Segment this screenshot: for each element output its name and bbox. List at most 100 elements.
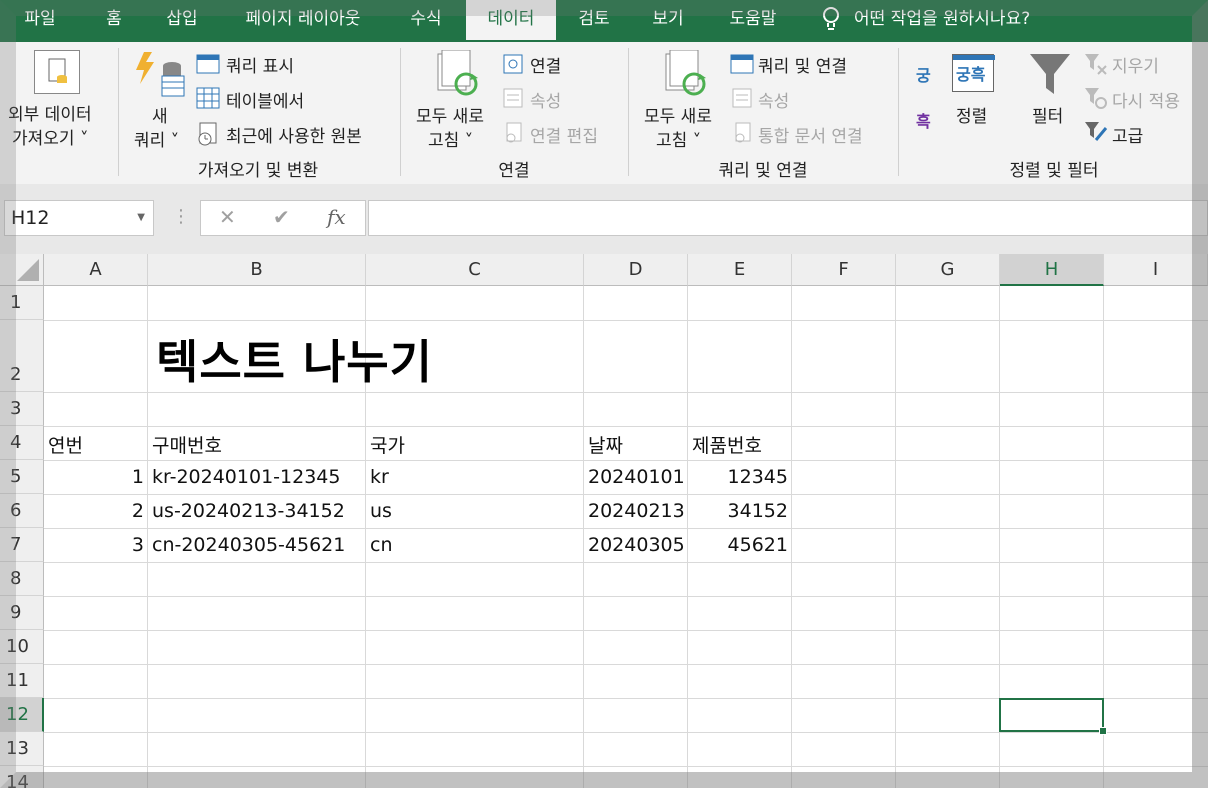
refresh-all-label-1[interactable]: 모두 새로 bbox=[416, 102, 484, 127]
tab-data[interactable]: 데이터 bbox=[466, 0, 556, 40]
column-header-b[interactable]: B bbox=[148, 254, 366, 286]
enter-icon[interactable]: ✔ bbox=[273, 205, 290, 229]
cell-b7[interactable]: cn-20240305-45621 bbox=[152, 534, 345, 556]
filter-button[interactable]: 필터 bbox=[1032, 102, 1063, 127]
row-header-1[interactable]: 1 bbox=[0, 286, 44, 320]
row-header-6[interactable]: 6 bbox=[0, 494, 44, 528]
column-header-e[interactable]: E bbox=[688, 254, 792, 286]
column-header-c[interactable]: C bbox=[366, 254, 584, 286]
cell-a6[interactable]: 2 bbox=[48, 500, 144, 522]
worksheet-grid[interactable]: A B C D E F G H I 1 2 3 4 5 6 7 8 9 10 1… bbox=[0, 254, 1208, 788]
row-header-9[interactable]: 9 bbox=[0, 596, 44, 630]
header-cell-a4[interactable]: 연번 bbox=[48, 431, 83, 458]
tab-review[interactable]: 검토 bbox=[564, 0, 624, 40]
cell-c6[interactable]: us bbox=[370, 500, 392, 522]
get-external-data-icon[interactable] bbox=[34, 50, 80, 94]
recent-sources-button[interactable]: 최근에 사용한 원본 bbox=[226, 122, 362, 147]
cell-e7[interactable]: 45621 bbox=[692, 534, 788, 556]
active-cell-h12[interactable] bbox=[999, 698, 1107, 735]
refresh-all-icon[interactable] bbox=[434, 49, 482, 102]
cancel-icon[interactable]: ✕ bbox=[219, 205, 236, 229]
cell-d6[interactable]: 20240213 bbox=[588, 500, 685, 522]
queries-connections-icon[interactable] bbox=[730, 54, 754, 78]
column-header-f[interactable]: F bbox=[792, 254, 896, 286]
sheet-title[interactable]: 텍스트 나누기 bbox=[156, 326, 433, 392]
sort-ascending-button[interactable]: 궁 bbox=[916, 62, 931, 86]
show-queries-icon[interactable] bbox=[196, 54, 220, 78]
tab-formulas[interactable]: 수식 bbox=[394, 0, 458, 40]
header-cell-b4[interactable]: 구매번호 bbox=[152, 431, 222, 458]
row-header-13[interactable]: 13 bbox=[0, 732, 44, 766]
refresh-all-label-2[interactable]: 고침 ˅ bbox=[428, 126, 473, 151]
connections-icon[interactable] bbox=[503, 54, 523, 78]
get-external-label-2[interactable]: 가져오기 ˅ bbox=[12, 124, 88, 149]
insert-function-icon[interactable]: fx bbox=[327, 205, 346, 229]
column-header-i[interactable]: I bbox=[1104, 254, 1208, 286]
cell-a5[interactable]: 1 bbox=[48, 466, 144, 488]
gridline bbox=[583, 286, 584, 788]
ribbon-separator bbox=[898, 48, 899, 176]
column-header-g[interactable]: G bbox=[896, 254, 1000, 286]
gridline bbox=[44, 494, 1208, 495]
tab-help[interactable]: 도움말 bbox=[716, 0, 790, 40]
ribbon-tab-bar: 파일 홈 삽입 페이지 레이아웃 수식 데이터 검토 보기 도움말 어떤 작업을… bbox=[0, 0, 1208, 42]
cell-a7[interactable]: 3 bbox=[48, 534, 144, 556]
sort-button[interactable]: 정렬 bbox=[956, 102, 987, 127]
new-query-icon[interactable] bbox=[134, 50, 186, 104]
new-query-label-2[interactable]: 쿼리 ˅ bbox=[134, 126, 179, 151]
row-header-11[interactable]: 11 bbox=[0, 664, 44, 698]
row-header-4[interactable]: 4 bbox=[0, 426, 44, 460]
formula-input[interactable] bbox=[368, 200, 1208, 236]
column-header-a[interactable]: A bbox=[44, 254, 148, 286]
new-query-label-1[interactable]: 새 bbox=[152, 102, 168, 127]
row-header-2[interactable]: 2 bbox=[0, 320, 44, 392]
chevron-down-icon[interactable]: ▼ bbox=[137, 201, 145, 235]
cell-c5[interactable]: kr bbox=[370, 466, 389, 488]
cell-e5[interactable]: 12345 bbox=[692, 466, 788, 488]
gridline bbox=[44, 664, 1208, 665]
advanced-button[interactable]: 고급 bbox=[1112, 122, 1143, 147]
filter-icon[interactable] bbox=[1028, 52, 1072, 102]
refresh-all-2-label-2[interactable]: 고침 ˅ bbox=[656, 126, 701, 151]
tell-me-box[interactable]: 어떤 작업을 원하시나요? bbox=[820, 0, 1030, 40]
tab-page-layout[interactable]: 페이지 레이아웃 bbox=[226, 0, 380, 40]
select-all-button[interactable] bbox=[0, 254, 44, 286]
row-header-3[interactable]: 3 bbox=[0, 392, 44, 426]
row-header-7[interactable]: 7 bbox=[0, 528, 44, 562]
column-header-h[interactable]: H bbox=[1000, 254, 1104, 286]
advanced-filter-icon[interactable] bbox=[1084, 120, 1108, 148]
cell-d7[interactable]: 20240305 bbox=[588, 534, 685, 556]
from-table-button[interactable]: 테이블에서 bbox=[226, 87, 304, 112]
refresh-all-icon-2[interactable] bbox=[662, 49, 710, 102]
cell-d5[interactable]: 20240101 bbox=[588, 466, 685, 488]
row-header-12[interactable]: 12 bbox=[0, 698, 44, 732]
row-header-14[interactable]: 14 bbox=[0, 766, 44, 788]
column-header-d[interactable]: D bbox=[584, 254, 688, 286]
row-header-10[interactable]: 10 bbox=[0, 630, 44, 664]
header-cell-c4[interactable]: 국가 bbox=[370, 431, 405, 458]
cell-b5[interactable]: kr-20240101-12345 bbox=[152, 466, 340, 488]
show-queries-button[interactable]: 쿼리 표시 bbox=[226, 52, 294, 77]
header-cell-d4[interactable]: 날짜 bbox=[588, 431, 623, 458]
row-header-8[interactable]: 8 bbox=[0, 562, 44, 596]
tab-insert[interactable]: 삽입 bbox=[150, 0, 214, 40]
tab-file[interactable]: 파일 bbox=[8, 0, 72, 40]
queries-connections-button[interactable]: 쿼리 및 연결 bbox=[758, 52, 847, 77]
connections-button[interactable]: 연결 bbox=[530, 52, 561, 77]
sort-descending-button[interactable]: 흑 bbox=[916, 108, 931, 132]
cell-c7[interactable]: cn bbox=[370, 534, 393, 556]
cell-e6[interactable]: 34152 bbox=[692, 500, 788, 522]
group-label-sort-filter: 정렬 및 필터 bbox=[1009, 161, 1099, 181]
gridline bbox=[44, 392, 1208, 393]
recent-sources-icon[interactable] bbox=[196, 122, 220, 150]
sort-icon[interactable]: 궁흑 bbox=[952, 54, 995, 92]
from-table-icon[interactable] bbox=[196, 87, 220, 113]
header-cell-e4[interactable]: 제품번호 bbox=[692, 431, 762, 458]
row-header-5[interactable]: 5 bbox=[0, 460, 44, 494]
name-box[interactable]: H12 ▼ bbox=[4, 200, 154, 236]
tab-view[interactable]: 보기 bbox=[638, 0, 698, 40]
refresh-all-2-label-1[interactable]: 모두 새로 bbox=[644, 102, 712, 127]
tab-home[interactable]: 홈 bbox=[84, 0, 144, 40]
get-external-label-1[interactable]: 외부 데이터 bbox=[8, 100, 92, 125]
cell-b6[interactable]: us-20240213-34152 bbox=[152, 500, 345, 522]
